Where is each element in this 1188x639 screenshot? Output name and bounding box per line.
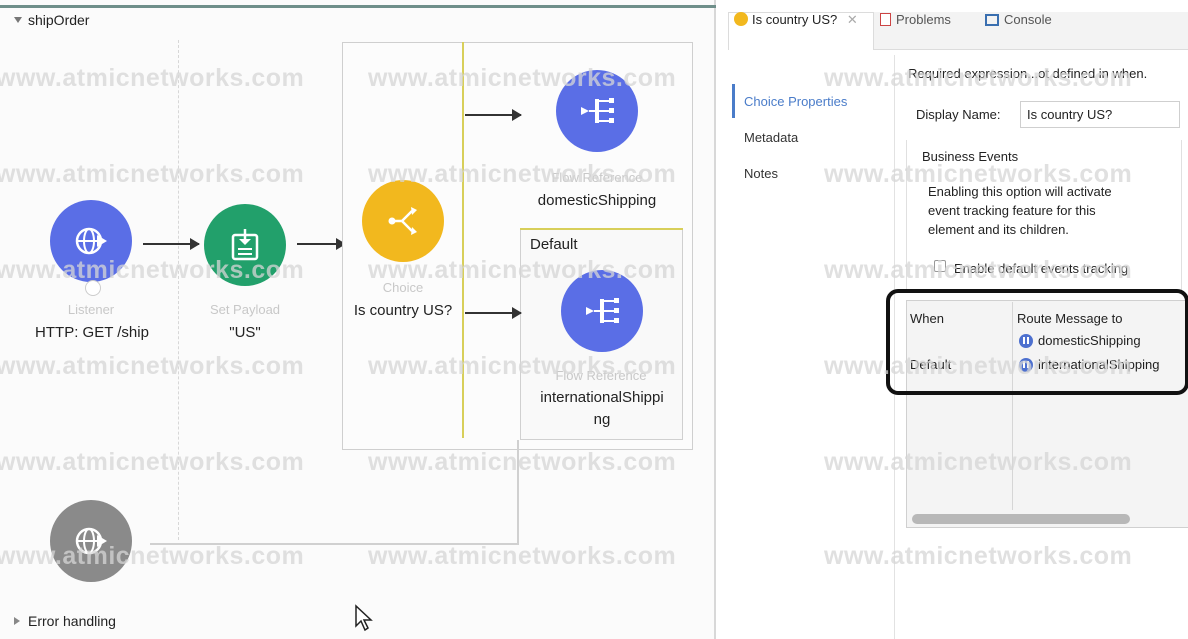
tab-console-label: Console xyxy=(1004,12,1052,27)
business-events-desc-1: Enabling this option will activate xyxy=(928,184,1112,199)
listener-label: HTTP: GET /ship xyxy=(35,324,149,341)
horizontal-scrollbar[interactable] xyxy=(912,514,1130,524)
business-events-desc-2: event tracking feature for this xyxy=(928,203,1096,218)
tab-console[interactable]: Console xyxy=(985,12,1052,27)
tab-problems[interactable]: Problems xyxy=(880,12,951,27)
tab-choice[interactable]: Is country US? ✕ xyxy=(734,12,858,28)
error-handling-label: Error handling xyxy=(28,613,116,629)
nav-notes[interactable]: Notes xyxy=(744,166,778,181)
nav-choice-properties[interactable]: Choice Properties xyxy=(744,94,847,109)
error-handler-node[interactable] xyxy=(50,500,132,582)
default-route-bar xyxy=(520,228,683,230)
domestic-ref-label: domesticShipping xyxy=(537,192,657,209)
source-badge-icon xyxy=(85,280,101,296)
mouse-cursor-icon xyxy=(355,604,373,632)
branch-icon xyxy=(388,207,417,235)
tab-choice-label: Is country US? xyxy=(752,12,838,27)
set-payload-label: "US" xyxy=(229,324,261,341)
error-connector xyxy=(517,440,519,544)
choice-tab-icon xyxy=(734,12,748,26)
flow-header[interactable]: shipOrder xyxy=(14,12,89,28)
validation-warning: Required expression...ot defined in when… xyxy=(908,66,1148,81)
choice-route-bar xyxy=(462,42,464,438)
choice-label: Is country US? xyxy=(353,302,453,319)
flow-name: shipOrder xyxy=(28,12,90,28)
display-name-label: Display Name: xyxy=(916,107,1001,122)
highlight-outline xyxy=(886,289,1188,395)
default-route-label: Default xyxy=(530,236,578,253)
payload-icon xyxy=(231,229,259,261)
watermark-text: www.atmicnetworks.com xyxy=(824,542,1133,570)
international-ref-type: Flow Reference xyxy=(555,368,647,383)
business-events-desc-3: element and its children. xyxy=(928,222,1069,237)
display-name-input[interactable] xyxy=(1020,101,1180,128)
set-payload-type: Set Payload xyxy=(209,302,281,317)
events-tracking-checkbox[interactable] xyxy=(934,260,946,272)
flow-ref-icon xyxy=(586,298,619,323)
domestic-flow-ref-node[interactable] xyxy=(556,70,638,152)
nav-metadata[interactable]: Metadata xyxy=(744,130,798,145)
globe-icon xyxy=(75,227,107,255)
set-payload-node[interactable] xyxy=(204,204,286,286)
international-ref-label-1: internationalShippi xyxy=(540,389,664,406)
tab-problems-label: Problems xyxy=(896,12,951,27)
problems-icon xyxy=(880,13,891,26)
events-tracking-label: Enable default events tracking xyxy=(954,261,1129,276)
choice-type: Choice xyxy=(382,280,424,295)
international-ref-label-2: ng xyxy=(593,411,611,428)
choice-node[interactable] xyxy=(362,180,444,262)
business-events-title: Business Events xyxy=(922,149,1019,164)
domestic-ref-type: Flow Reference xyxy=(551,170,643,185)
console-icon xyxy=(985,14,999,26)
close-icon[interactable]: ✕ xyxy=(847,12,858,27)
globe-icon xyxy=(75,527,107,555)
error-connector xyxy=(150,543,519,545)
collapse-triangle-icon[interactable] xyxy=(14,17,22,23)
process-divider xyxy=(178,40,179,540)
route-arrow-domestic xyxy=(465,109,522,121)
listener-node[interactable] xyxy=(50,200,132,282)
listener-type: Listener xyxy=(67,302,115,317)
route-arrow-default xyxy=(465,307,522,319)
connector-arrow xyxy=(297,238,346,250)
error-handling-section[interactable]: Error handling xyxy=(14,613,116,629)
nav-selection-indicator xyxy=(732,84,735,118)
international-flow-ref-node[interactable] xyxy=(561,270,643,352)
canvas-top-border xyxy=(0,5,716,8)
expand-triangle-icon[interactable] xyxy=(14,617,20,625)
flow-ref-icon xyxy=(581,98,614,123)
connector-arrow xyxy=(143,238,200,250)
